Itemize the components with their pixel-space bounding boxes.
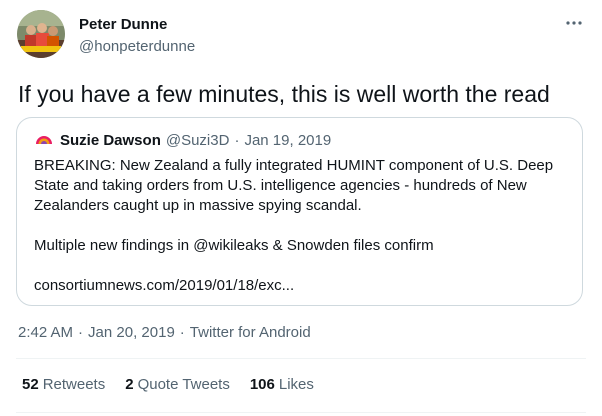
avatar-photo — [17, 10, 65, 58]
likes-count: 106 — [249, 376, 275, 393]
quoted-tweet-card[interactable]: Suzie Dawson @Suzi3D · Jan 19, 2019 BREA… — [16, 117, 583, 306]
quoted-text-line: Zealanders caught up in massive spying s… — [34, 197, 362, 214]
author-avatar[interactable] — [17, 10, 65, 58]
tweet: Peter Dunne @honpeterdunne If you have a… — [0, 0, 602, 416]
meta-separator: · — [78, 324, 84, 341]
likes-label: Likes — [278, 376, 314, 393]
author-handle[interactable]: @honpeterdunne — [79, 38, 195, 55]
retweets-label: Retweets — [42, 376, 106, 393]
quoted-separator: · — [234, 131, 240, 149]
quote-tweets-count: 2 — [125, 376, 134, 393]
more-horizontal-icon — [566, 21, 582, 25]
quoted-author-handle: @Suzi3D — [165, 131, 230, 149]
quoted-author-name: Suzie Dawson — [60, 131, 161, 149]
quoted-link: consortiumnews.com/2019/01/18/exc... — [34, 277, 295, 294]
divider — [16, 412, 586, 413]
tweet-text: If you have a few minutes, this is well … — [18, 81, 550, 107]
quoted-text-line: BREAKING: New Zealand a fully integrated… — [34, 157, 554, 174]
likes-stat[interactable]: 106 Likes — [250, 376, 314, 393]
quoted-text-line: Multiple new findings in @wikileaks & Sn… — [34, 237, 434, 254]
meta-separator: · — [179, 324, 185, 341]
quoted-tweet-body: BREAKING: New Zealand a fully integrated… — [34, 156, 574, 296]
retweets-count: 52 — [22, 376, 39, 393]
quoted-avatar-graphic — [34, 130, 54, 150]
divider — [16, 358, 586, 359]
quoted-text-line: State and taking orders from U.S. intell… — [34, 177, 527, 194]
quoted-tweet-header: Suzie Dawson @Suzi3D · Jan 19, 2019 — [34, 130, 331, 150]
quote-tweets-label: Quote Tweets — [137, 376, 230, 393]
tweet-meta: 2:42 AM · Jan 20, 2019 · Twitter for Android — [18, 324, 311, 341]
retweets-stat[interactable]: 52 Retweets — [22, 376, 105, 393]
tweet-source[interactable]: Twitter for Android — [190, 324, 311, 341]
author-name[interactable]: Peter Dunne — [79, 16, 167, 33]
quoted-author-avatar — [34, 130, 54, 150]
tweet-time[interactable]: 2:42 AM — [18, 324, 73, 341]
more-options-button[interactable] — [562, 14, 586, 32]
tweet-date[interactable]: Jan 20, 2019 — [88, 324, 175, 341]
quoted-date: Jan 19, 2019 — [244, 131, 332, 149]
tweet-stats: 52 Retweets 2 Quote Tweets 106 Likes — [22, 376, 334, 393]
quote-tweets-stat[interactable]: 2 Quote Tweets — [125, 376, 230, 393]
